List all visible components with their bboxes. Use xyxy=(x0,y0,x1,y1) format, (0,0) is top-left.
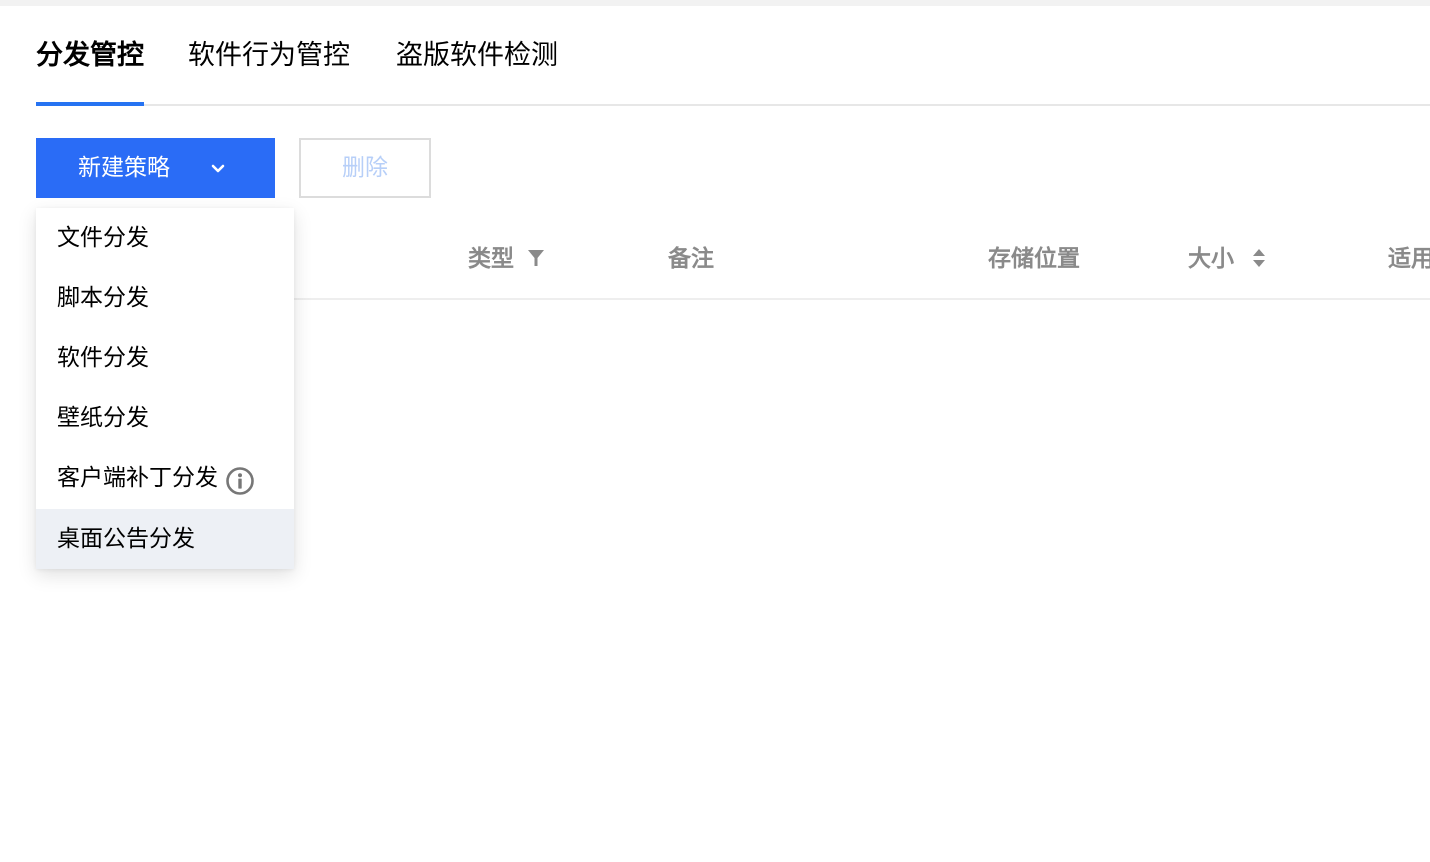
column-header-applicable: 适用 xyxy=(1388,246,1430,272)
chevron-down-icon xyxy=(211,164,225,173)
menu-item-wallpaper-distribution[interactable]: 壁纸分发 xyxy=(36,388,294,448)
new-policy-label: 新建策略 xyxy=(78,155,170,181)
menu-item-script-distribution[interactable]: 脚本分发 xyxy=(36,268,294,328)
info-icon[interactable] xyxy=(225,466,255,496)
new-policy-dropdown-menu: 文件分发 脚本分发 软件分发 壁纸分发 客户端补丁分发 桌面公告分发 xyxy=(36,208,294,569)
tab-bar: 分发管控 软件行为管控 盗版软件检测 xyxy=(36,6,1430,106)
menu-item-client-patch-distribution[interactable]: 客户端补丁分发 xyxy=(36,448,294,508)
column-header-note: 备注 xyxy=(668,246,714,272)
tab-software-behavior-control[interactable]: 软件行为管控 xyxy=(188,32,350,104)
column-header-storage-location: 存储位置 xyxy=(988,246,1080,272)
menu-item-file-distribution[interactable]: 文件分发 xyxy=(36,208,294,268)
tab-distribution-control[interactable]: 分发管控 xyxy=(36,32,144,106)
delete-button[interactable]: 删除 xyxy=(299,138,431,198)
sort-icon[interactable] xyxy=(1251,247,1267,269)
column-header-type: 类型 xyxy=(468,246,514,272)
column-header-size: 大小 xyxy=(1188,246,1234,272)
filter-icon[interactable] xyxy=(526,248,546,268)
tab-piracy-detection[interactable]: 盗版软件检测 xyxy=(396,32,558,104)
menu-item-software-distribution[interactable]: 软件分发 xyxy=(36,328,294,388)
menu-item-desktop-announcement-distribution[interactable]: 桌面公告分发 xyxy=(36,509,294,569)
new-policy-button[interactable]: 新建策略 xyxy=(36,138,275,198)
